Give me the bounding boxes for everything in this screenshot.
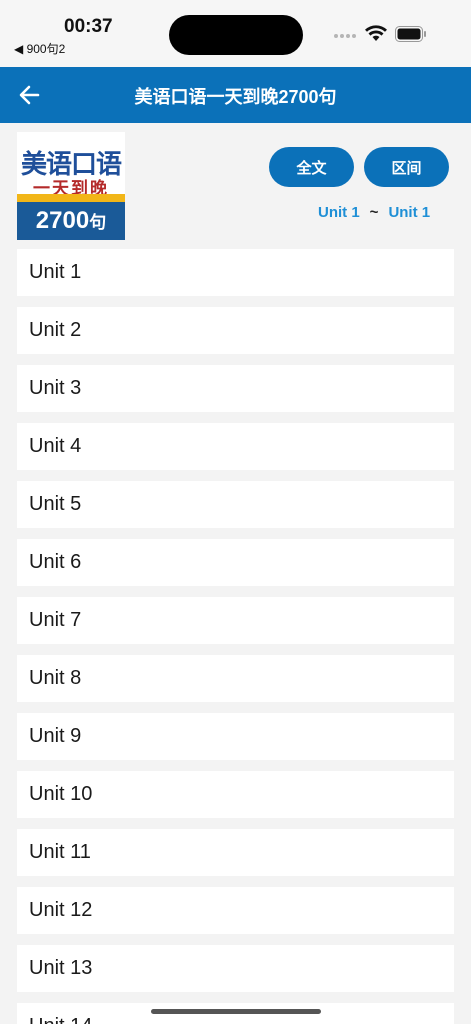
list-item[interactable]: Unit 8: [17, 655, 454, 702]
list-item[interactable]: Unit 2: [17, 307, 454, 354]
range-selector: Unit 1 ~ Unit 1: [318, 204, 430, 221]
wifi-icon: [365, 25, 387, 41]
list-item[interactable]: Unit 11: [17, 829, 454, 876]
book-cover-image: 美语口语 一天到晚 2700句: [17, 132, 125, 240]
battery-icon: [395, 26, 426, 42]
home-indicator[interactable]: [151, 1009, 321, 1014]
list-item[interactable]: Unit 4: [17, 423, 454, 470]
list-item[interactable]: Unit 6: [17, 539, 454, 586]
list-item[interactable]: Unit 12: [17, 887, 454, 934]
unit-list: Unit 1 Unit 2 Unit 3 Unit 4 Unit 5 Unit …: [17, 249, 454, 1024]
list-item[interactable]: Unit 7: [17, 597, 454, 644]
range-button[interactable]: 区间: [364, 147, 449, 187]
cover-suffix: 句: [89, 213, 107, 232]
range-separator: ~: [369, 204, 379, 221]
cover-stripe: [17, 194, 125, 202]
page-title: 美语口语一天到晚2700句: [134, 87, 337, 107]
list-item[interactable]: Unit 9: [17, 713, 454, 760]
full-text-button[interactable]: 全文: [269, 147, 354, 187]
list-item[interactable]: Unit 3: [17, 365, 454, 412]
dynamic-island: [169, 15, 303, 55]
back-to-app-link[interactable]: ◀ 900句2: [14, 40, 65, 57]
range-end-link[interactable]: Unit 1: [388, 204, 430, 221]
cellular-signal-icon: [334, 34, 356, 38]
status-time: 00:37: [64, 16, 113, 37]
status-bar: 00:37 ◀ 900句2: [0, 0, 471, 67]
cover-number-band: 2700句: [17, 202, 125, 240]
navigation-bar: 美语口语一天到晚2700句: [0, 67, 471, 123]
list-item[interactable]: Unit 13: [17, 945, 454, 992]
list-item[interactable]: Unit 5: [17, 481, 454, 528]
list-item[interactable]: Unit 10: [17, 771, 454, 818]
range-start-link[interactable]: Unit 1: [318, 204, 360, 221]
list-item[interactable]: Unit 1: [17, 249, 454, 296]
cover-number: 2700: [35, 207, 90, 234]
